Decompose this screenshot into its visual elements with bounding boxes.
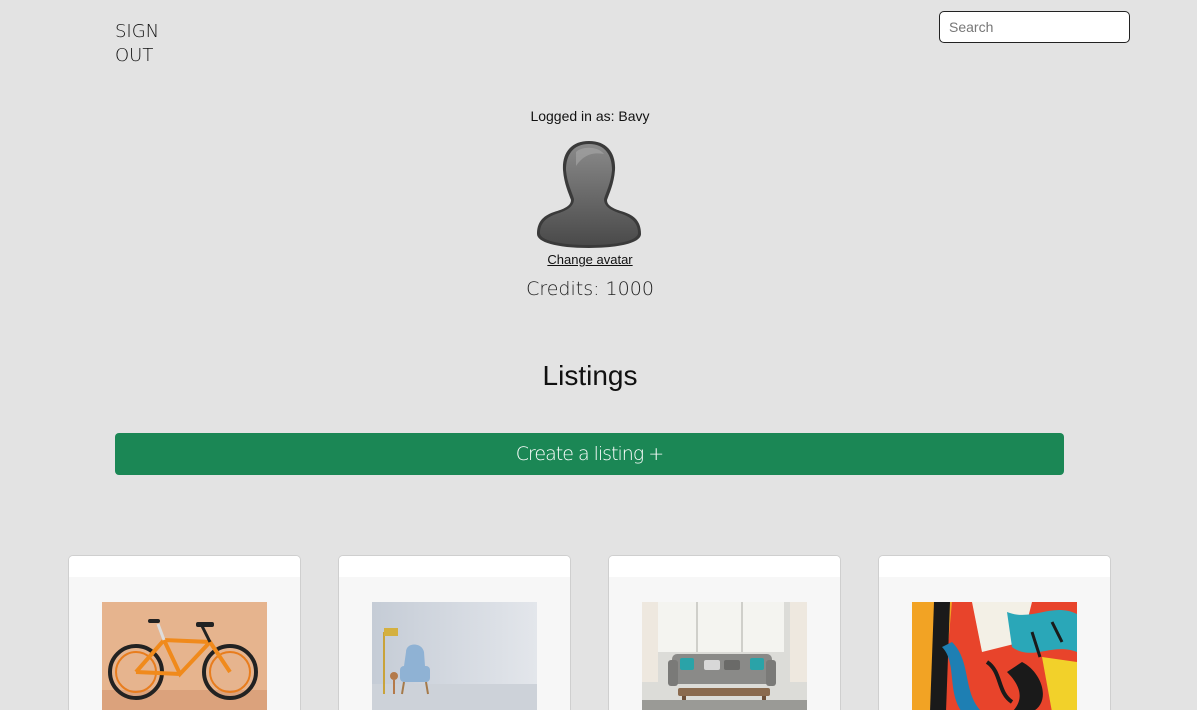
listing-card[interactable] — [338, 555, 571, 710]
logged-in-label: Logged in as: Bavy — [530, 108, 650, 124]
sign-out-link[interactable]: SIGN OUT — [115, 20, 175, 68]
change-avatar-link[interactable]: Change avatar — [547, 252, 632, 267]
listing-card[interactable] — [68, 555, 301, 710]
abstract-painting-photo — [912, 602, 1077, 710]
avatar — [537, 141, 641, 248]
bicycle-photo — [102, 602, 267, 710]
armchair-photo — [372, 602, 537, 710]
listing-card[interactable] — [608, 555, 841, 710]
living-room-photo — [642, 602, 807, 710]
credits-label: Credits: 1000 — [526, 278, 654, 300]
create-listing-button[interactable]: Create a listing + — [115, 433, 1064, 475]
listings-title: Listings — [542, 360, 638, 391]
listing-card[interactable] — [878, 555, 1111, 710]
search-input[interactable] — [939, 11, 1130, 43]
listings-grid — [0, 555, 1197, 710]
